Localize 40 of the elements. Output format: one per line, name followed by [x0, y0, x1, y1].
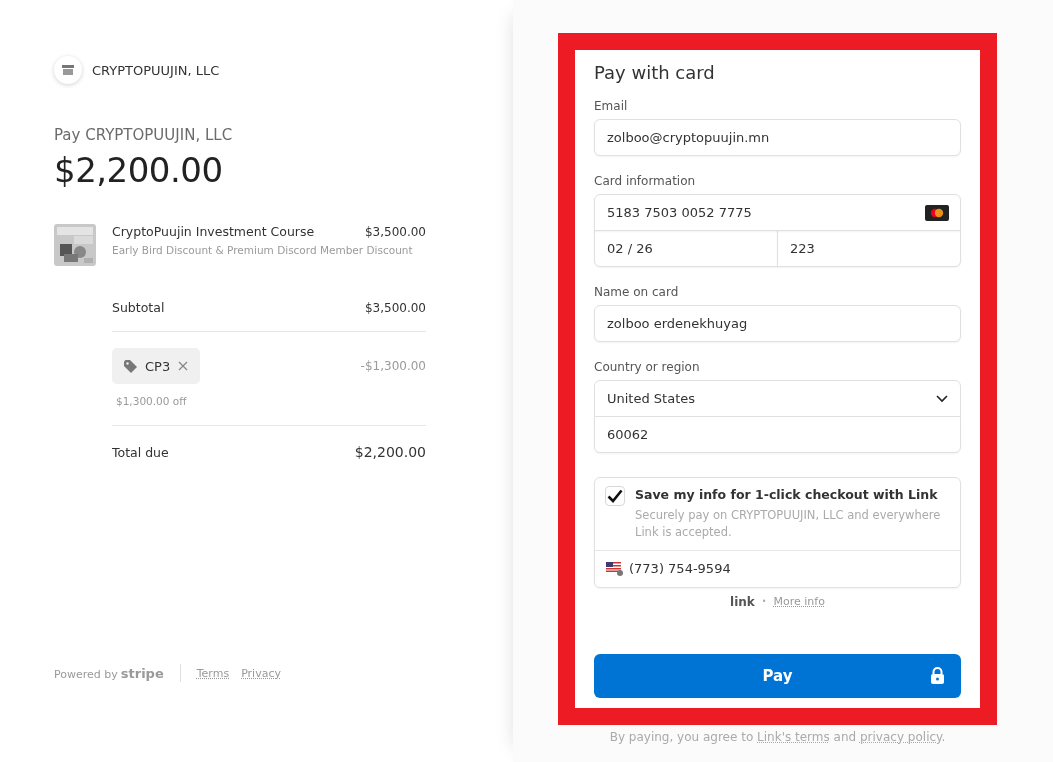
form-title: Pay with card: [594, 62, 716, 83]
field-label: Name on card: [594, 285, 680, 299]
field-label: Card information: [594, 174, 697, 188]
card-number-field[interactable]: 5183 7503 0052 7775: [594, 194, 961, 231]
total-amount: $2,200.00: [54, 150, 224, 190]
chevron-down-icon: [936, 394, 948, 403]
name-field[interactable]: zolboo erdenekhuyag: [594, 305, 961, 342]
total-due-label: Total due: [112, 444, 169, 460]
total-due-value: $2,200.00: [354, 444, 426, 460]
discount-value: -$1,300.00: [360, 359, 426, 373]
expiry-field[interactable]: 02 / 26: [594, 230, 778, 267]
product-description: Early Bird Discount & Premium Discord Member Discount: [112, 244, 414, 256]
phone-number[interactable]: (773) 754-9594: [629, 561, 731, 576]
discount-note: $1,300.00 off: [116, 395, 187, 407]
promo-code-chip[interactable]: CP3: [112, 348, 201, 384]
close-icon[interactable]: [178, 361, 189, 371]
merchant-name: CRYPTOPUUJIN, LLC: [92, 62, 220, 78]
postal-code-field[interactable]: 60062: [594, 416, 961, 453]
link-logo: link: [730, 594, 755, 609]
tag-icon: [124, 359, 137, 373]
lock-icon: [930, 667, 945, 684]
email-field[interactable]: zolboo@cryptopuujin.mn: [594, 119, 961, 156]
pay-button[interactable]: Pay: [594, 654, 961, 698]
product-price: $3,500.00: [364, 224, 426, 239]
subtotal-value: $3,500.00: [364, 300, 426, 315]
cvc-field[interactable]: 223: [777, 230, 961, 267]
product-name: CryptoPuujin Investment Course: [112, 224, 315, 239]
powered-by-text: Powered by stripe: [54, 665, 164, 681]
subtotal-label: Subtotal: [112, 300, 165, 315]
field-label: Email: [594, 99, 629, 113]
card-brand-icon: [925, 205, 949, 221]
store-icon: [62, 65, 74, 75]
us-flag-icon: [606, 561, 623, 576]
save-info-description: Securely pay on CRYPTOPUUJIN, LLC and everywhere Link is accepted.: [635, 507, 942, 542]
save-info-label: Save my info for 1-click checkout with Link: [635, 487, 939, 502]
checkbox[interactable]: [605, 486, 625, 506]
legal-notice: By paying, you agree to Link's terms and privacy policy.: [608, 730, 947, 744]
pay-label: Pay CRYPTOPUUJIN, LLC: [54, 126, 234, 144]
separator-dot: •: [761, 597, 767, 606]
field-label: Country or region: [594, 360, 701, 374]
